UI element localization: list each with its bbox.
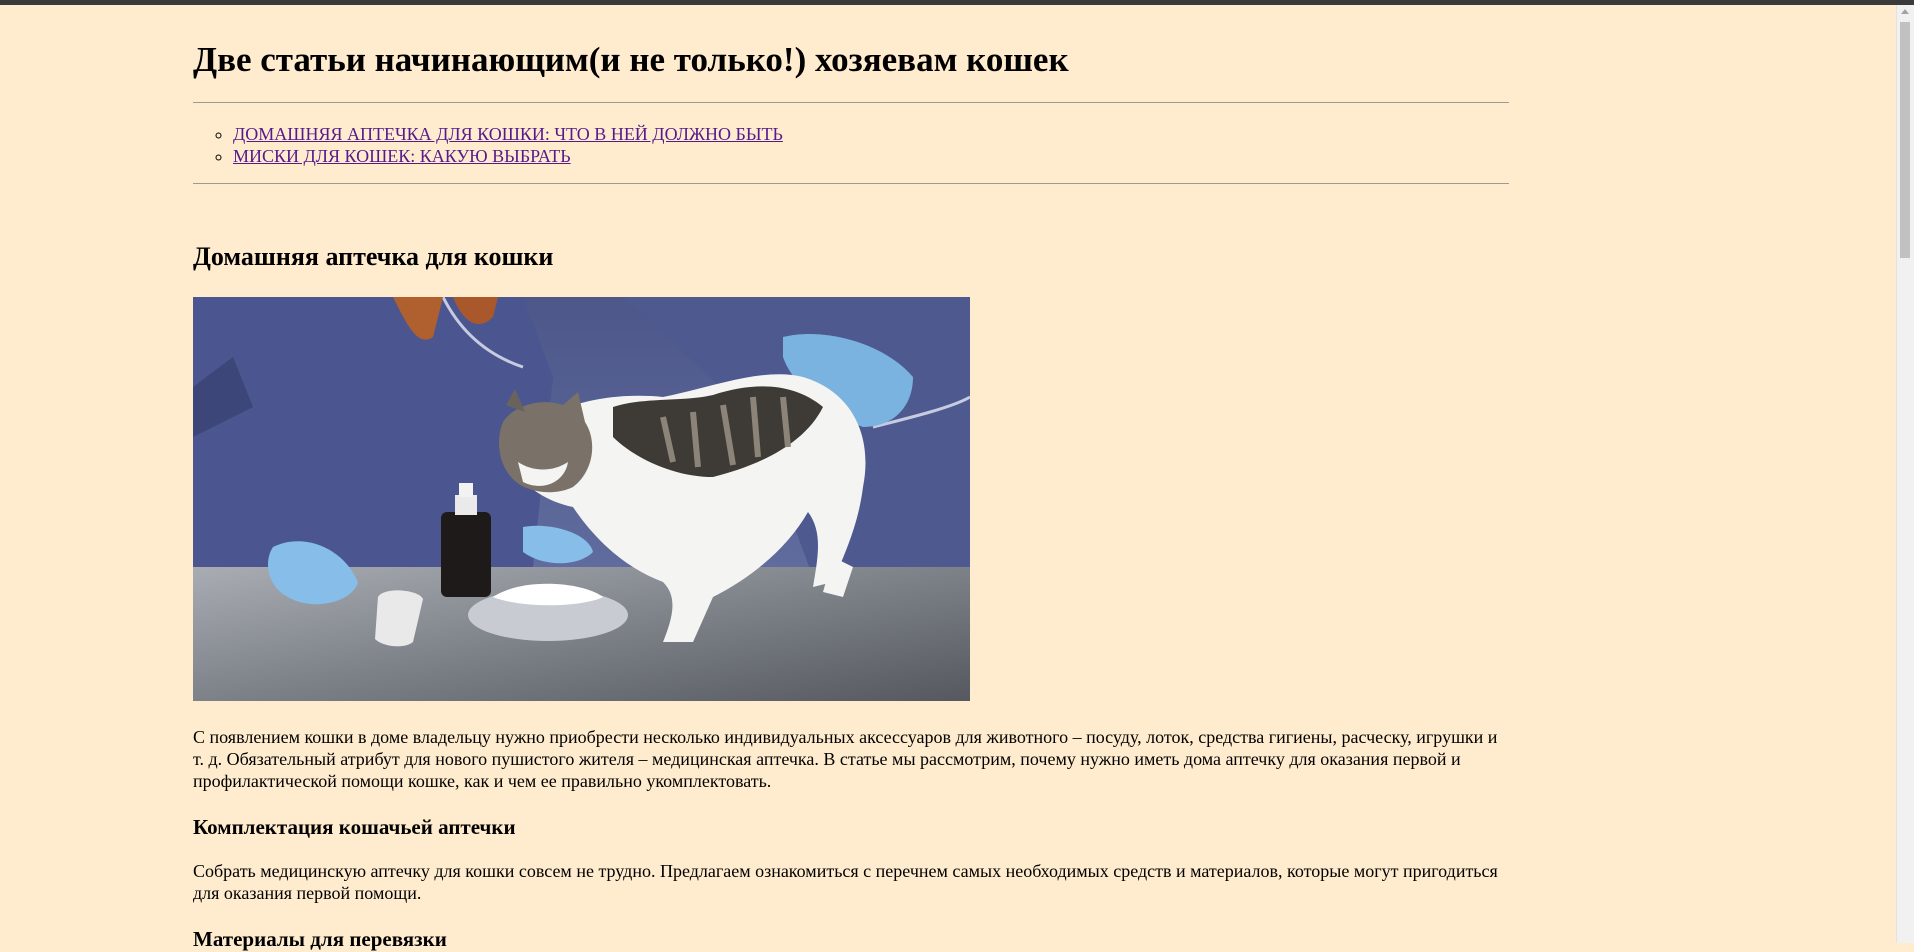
scrollbar-thumb[interactable] — [1900, 22, 1910, 258]
toc-link-aptechka[interactable]: ДОМАШНЯЯ АПТЕЧКА ДЛЯ КОШКИ: ЧТО В НЕЙ ДО… — [233, 124, 783, 144]
chevron-up-icon[interactable] — [1901, 9, 1909, 14]
divider-top — [193, 102, 1509, 103]
section-text-kit: Собрать медицинскую аптечку для кошки со… — [193, 861, 1498, 903]
page-title: Две статьи начинающим(и не только!) хозя… — [193, 40, 1069, 79]
vertical-scrollbar[interactable] — [1896, 5, 1914, 943]
article-heading: Домашняя аптечка для кошки — [193, 242, 554, 271]
toc-item: МИСКИ ДЛЯ КОШЕК: КАКУЮ ВЫБРАТЬ — [233, 145, 1509, 167]
toc-item: ДОМАШНЯЯ АПТЕЧКА ДЛЯ КОШКИ: ЧТО В НЕЙ ДО… — [233, 123, 1509, 145]
toc-link-miski[interactable]: МИСКИ ДЛЯ КОШЕК: КАКУЮ ВЫБРАТЬ — [233, 146, 571, 166]
section-heading-kit: Комплектация кошачьей аптечки — [193, 815, 516, 839]
cat-at-vet-illustration — [193, 297, 970, 701]
article-photo-cat-vet — [193, 297, 970, 701]
section-heading-bandage: Материалы для перевязки — [193, 927, 447, 951]
table-of-contents: ДОМАШНЯЯ АПТЕЧКА ДЛЯ КОШКИ: ЧТО В НЕЙ ДО… — [193, 123, 1509, 167]
article-intro: С появлением кошки в доме владельцу нужн… — [193, 727, 1498, 791]
divider-bottom — [193, 183, 1509, 184]
page-content: Две статьи начинающим(и не только!) хозя… — [193, 5, 1509, 952]
